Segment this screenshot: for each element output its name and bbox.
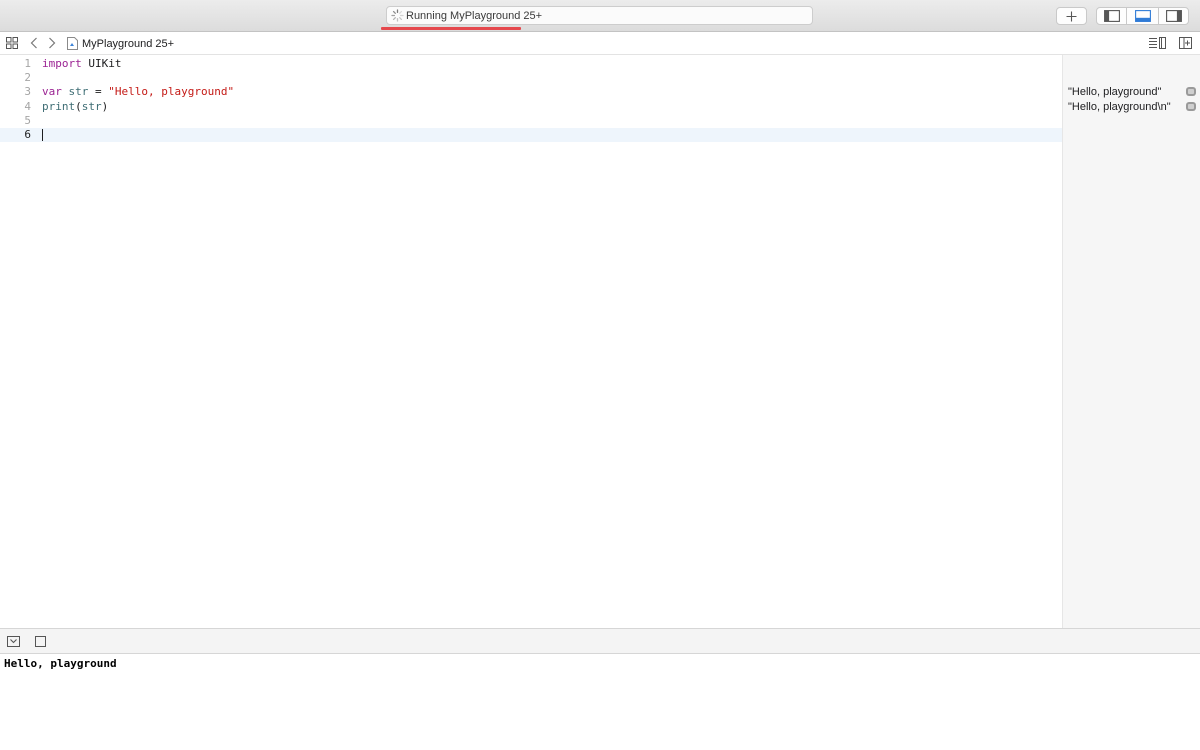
code-token-plain: ) (101, 99, 109, 113)
jump-bar-file-name[interactable]: MyPlayground 25+ (82, 38, 174, 50)
code-token-ident: print (42, 99, 76, 113)
chevron-right-icon[interactable] (48, 37, 56, 49)
add-library-button[interactable] (1056, 7, 1087, 25)
line-code: var str = "Hello, playground" (42, 85, 234, 99)
toggle-debug-area-button[interactable] (1127, 7, 1158, 25)
code-line[interactable]: 6 (0, 128, 1062, 142)
playground-file-icon (67, 37, 78, 50)
grid-icon[interactable] (6, 37, 18, 49)
line-number: 2 (24, 71, 31, 85)
code-line[interactable]: 5 (0, 114, 1062, 128)
quick-look-icon[interactable] (1186, 87, 1196, 97)
activity-viewer: Running MyPlayground 25+ (386, 6, 813, 25)
line-code: print(str) (42, 100, 108, 114)
console-toggle-icon[interactable] (35, 636, 46, 647)
debug-bar (0, 628, 1200, 654)
code-line[interactable]: 1 import UIKit (0, 57, 1062, 71)
line-number: 1 (24, 57, 31, 70)
navigator-toggle-icon (1103, 10, 1120, 22)
hide-debug-area-icon[interactable] (7, 636, 20, 647)
activity-status-text: Running MyPlayground 25+ (406, 10, 543, 22)
text-caret (42, 129, 43, 141)
quick-look-icon[interactable] (1186, 101, 1196, 111)
console-output: Hello, playground (4, 657, 117, 670)
line-number: 3 (24, 85, 31, 99)
line-number: 4 (24, 99, 31, 113)
line-number: 6 (24, 128, 31, 141)
result-row: "Hello, playground" (1068, 85, 1198, 99)
window-toolbar: Running MyPlayground 25+ (0, 0, 1200, 32)
source-editor[interactable]: 1 import UIKit 2 3 var str = "Hello, playgro… (0, 55, 1062, 628)
code-token-plain: ( (75, 99, 82, 113)
code-token-kw: import (42, 57, 82, 70)
code-token-plain: = (88, 85, 109, 99)
line-number: 5 (24, 113, 31, 127)
result-value: "Hello, playground" (1068, 86, 1162, 99)
editor-options-icon[interactable] (1149, 37, 1166, 49)
results-sidebar: "Hello, playground" "Hello, playground\n" (1062, 55, 1200, 628)
code-line[interactable]: 2 (0, 71, 1062, 85)
console-area[interactable]: Hello, playground (0, 654, 1200, 750)
result-row: "Hello, playground\n" (1068, 100, 1198, 114)
code-token-plain: UIKit (81, 57, 122, 70)
inspector-toggle-icon (1165, 10, 1182, 22)
line-code: import UIKit (42, 57, 122, 71)
result-value: "Hello, playground\n" (1068, 100, 1171, 113)
code-token-ident: str (68, 85, 89, 99)
toggle-inspector-button[interactable] (1158, 7, 1189, 25)
code-line[interactable]: 3 var str = "Hello, playground" (0, 85, 1062, 99)
toggle-navigator-button[interactable] (1096, 7, 1127, 25)
plus-icon (1066, 11, 1077, 21)
chevron-left-icon[interactable] (30, 37, 38, 49)
code-line[interactable]: 4 print(str) (0, 100, 1062, 114)
activity-progress-bar (381, 27, 521, 30)
jump-bar: MyPlayground 25+ (0, 32, 1200, 55)
debug-area-toggle-icon (1134, 10, 1151, 22)
code-token-kw: var (42, 85, 62, 99)
add-editor-icon[interactable] (1179, 37, 1192, 49)
code-token-ident: str (81, 99, 102, 113)
spinner-icon (391, 9, 404, 22)
code-token-str: "Hello, playground" (108, 85, 235, 99)
